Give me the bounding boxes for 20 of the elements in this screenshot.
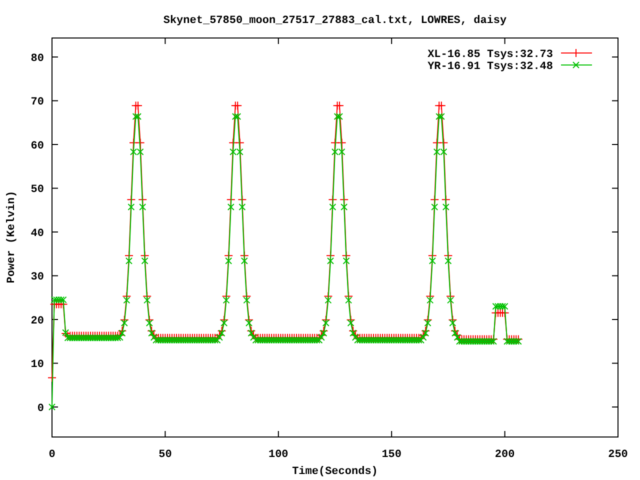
- tick-label: 30: [30, 272, 44, 284]
- tick-label: 0: [48, 449, 56, 461]
- tick-label: 150: [382, 449, 402, 461]
- tick-label: 250: [608, 449, 628, 461]
- axis-title: Power (Kelvin): [6, 190, 18, 284]
- tick-label: 100: [268, 449, 288, 461]
- axis-title: Time(Seconds): [292, 466, 378, 478]
- tick-label: 0: [37, 402, 44, 415]
- tick-label: 60: [30, 140, 44, 152]
- tick-label: 80: [30, 52, 44, 65]
- tick-label: 20: [30, 315, 44, 328]
- tick-label: 200: [494, 449, 515, 461]
- chart-title: Skynet_57850_moon_27517_27883_cal.txt, LOWRES, daisy: [163, 15, 507, 27]
- tick-label: 40: [30, 228, 44, 240]
- tick-label: 50: [158, 449, 172, 461]
- tick-label: 50: [30, 184, 44, 196]
- tick-label: 10: [30, 359, 44, 372]
- tick-label: 70: [30, 96, 44, 109]
- legend-label: YR-16.91 Tsys:32.48: [428, 61, 553, 73]
- legend-label: XL-16.85 Tsys:32.73: [428, 49, 553, 61]
